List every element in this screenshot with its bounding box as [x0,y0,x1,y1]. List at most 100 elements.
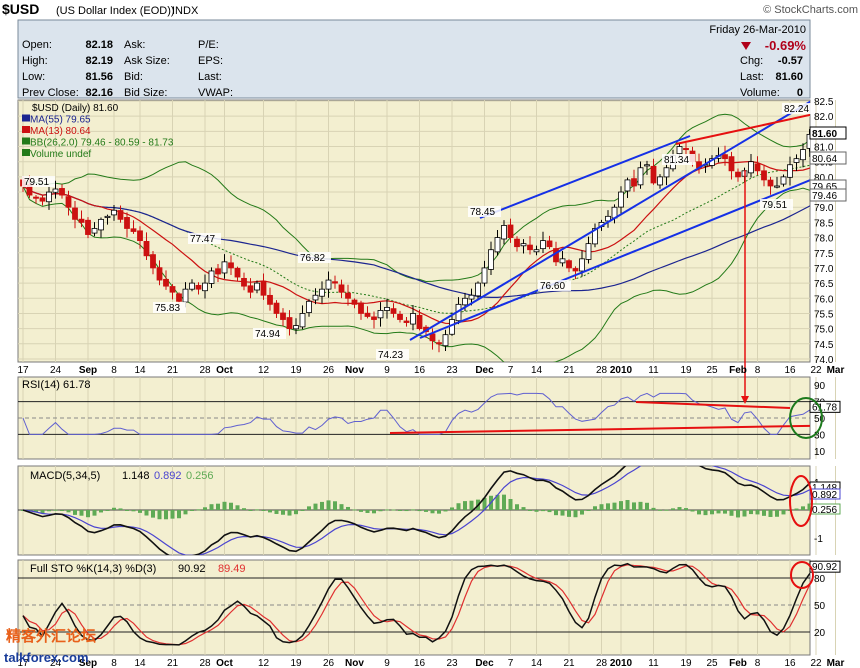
macd-histogram-bar [320,501,324,510]
candle-body [85,219,91,235]
macd-histogram-bar [645,502,649,510]
price-annotation-0: 79.51 [24,177,49,188]
macd-histogram-bar [47,510,51,512]
macd-histogram-bar [372,510,376,514]
price-axis-label: 77.5 [814,249,834,260]
candle-body [52,188,59,193]
candle-body [98,218,104,231]
x-axis-label-top: 17 [17,365,29,376]
candle-body [156,267,163,281]
x-axis-label-top: 21 [563,365,575,376]
macd-histogram-bar [456,503,461,510]
x-axis-label-top: Nov [345,365,364,376]
macd-histogram-bar [762,510,766,516]
x-axis-label-bottom: 28 [199,658,211,668]
ask-label-3: Bid Size: [124,87,167,99]
ratio-label-0: P/E: [198,39,219,51]
macd-histogram-bar [547,510,552,513]
price-axis-label: 76.0 [814,294,834,305]
macd-histogram-bar [573,510,578,518]
x-axis-label-bottom: 8 [755,658,761,668]
x-axis-label-top: 8 [111,365,117,376]
x-axis-label-top: 25 [706,365,718,376]
macd-histogram-bar [209,504,214,510]
candle-body [195,284,202,290]
macd-histogram-bar [190,510,194,511]
candle-body [182,288,189,303]
candle-body [137,230,143,242]
candle-body [631,178,637,187]
price-tag-3: 79.46 [812,191,837,202]
price-annotation-7: 76.60 [540,281,565,292]
candle-body [241,277,247,287]
macd-histogram-bar [294,510,298,515]
macd-histogram-bar [619,501,623,510]
macd-histogram-bar [79,510,84,516]
candle-body [767,179,774,187]
macd-histogram-bar [606,503,610,510]
candle-body [754,163,761,172]
macd-histogram-bar [339,504,344,510]
price-legend-0: $USD (Daily) 81.60 [32,103,119,114]
rsi-axis-label: 50 [814,414,826,425]
ask-label-1: Ask Size: [124,55,170,67]
macd-legend-macd: 1.148 [122,470,150,482]
candle-body [325,279,332,290]
macd-histogram-bar [541,510,545,512]
candle-body [189,282,195,290]
candle-body [436,342,442,345]
macd-histogram-bar [216,503,220,510]
macd-histogram-bar [242,508,246,510]
macd-histogram-bar [781,510,786,515]
symbol-title: $USD [2,1,39,17]
candle-body [793,158,800,163]
x-axis-label-top: 24 [50,365,62,376]
macd-histogram-bar [144,510,149,516]
macd-histogram-bar [716,510,721,514]
ratio-label-1: EPS: [198,55,223,67]
macd-histogram-bar [612,502,617,510]
x-axis-label-bottom: Feb [729,658,747,668]
candle-body [618,191,624,208]
macd-histogram-bar [437,510,441,514]
candle-body [46,191,52,203]
price-legend-3: BB(26,2.0) 79.46 - 80.59 - 81.73 [30,138,174,149]
right-label-1: Last: [740,71,764,83]
candle-body [208,270,215,284]
quote-value-3: 82.16 [85,87,113,99]
macd-histogram-bar [658,509,662,511]
macd-histogram-bar [775,510,779,517]
forum-logo-site: talkforex.com [4,650,89,665]
candle-body [546,240,553,248]
macd-histogram-bar [424,510,428,512]
x-axis-label-top: Dec [475,365,494,376]
candle-body [371,316,377,320]
macd-histogram-bar [521,507,526,510]
right-value-0: -0.57 [778,55,803,67]
x-axis-label-top: Sep [79,365,97,376]
macd-histogram-bar [183,510,188,515]
macd-histogram-bar [287,510,292,516]
price-axis-label: 82.0 [814,112,834,123]
price-annotation-6: 78.45 [470,207,495,218]
candle-body [800,149,806,161]
macd-histogram-bar [625,500,630,510]
macd-histogram-bar [255,509,259,511]
x-axis-label-bottom: 16 [784,658,796,668]
candle-body [228,262,234,269]
x-axis-label-top: 2010 [610,365,633,376]
macd-histogram-bar [742,510,747,517]
macd-histogram-bar [671,508,675,510]
macd-histogram-bar [164,510,168,520]
macd-histogram-bar [125,510,129,511]
macd-histogram-bar [235,505,240,510]
macd-histogram-bar [755,510,760,515]
candle-body [663,167,670,178]
macd-histogram-bar [404,510,409,512]
candle-body [774,185,780,188]
candle-body [559,258,566,264]
x-axis-label-bottom: Dec [475,658,494,668]
right-value-1: 81.60 [775,71,803,83]
macd-histogram-bar [352,509,357,511]
macd-histogram-bar [638,501,643,510]
